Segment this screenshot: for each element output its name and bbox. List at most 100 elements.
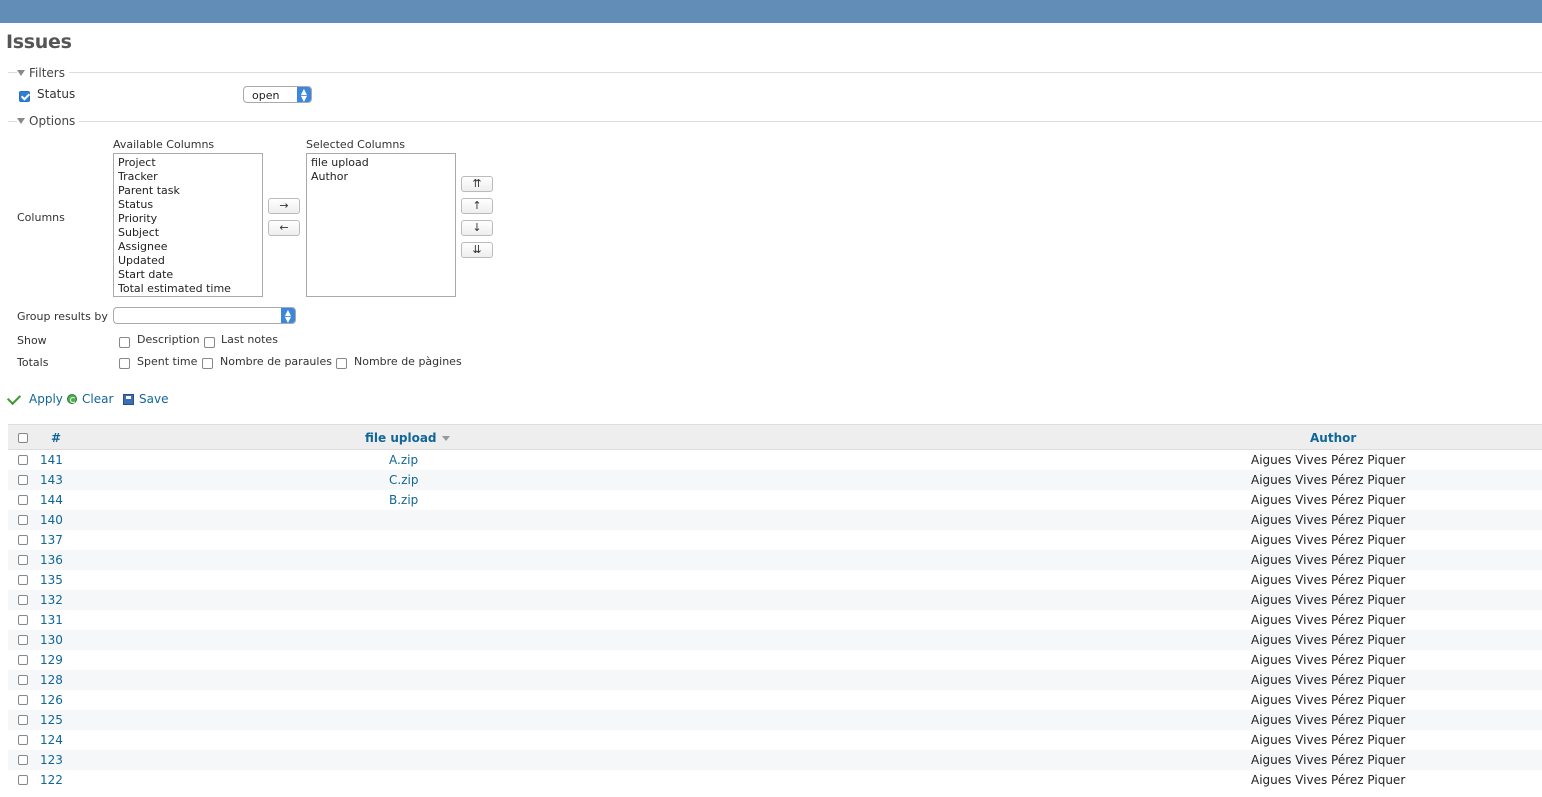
clear-link[interactable]: Clear	[67, 392, 113, 406]
issue-id-link[interactable]: 136	[40, 553, 63, 567]
checkmark-icon	[6, 390, 22, 405]
issue-id-link[interactable]: 143	[40, 473, 63, 487]
issue-id-link[interactable]: 132	[40, 593, 63, 607]
available-column-option[interactable]: Status	[118, 198, 262, 212]
issue-id-link[interactable]: 124	[40, 733, 63, 747]
reload-icon	[67, 394, 77, 404]
issue-id-link[interactable]: 128	[40, 673, 63, 687]
selected-columns-list[interactable]: file upload Author	[306, 153, 456, 297]
row-checkbox[interactable]	[18, 475, 28, 485]
options-toggle[interactable]: Options	[17, 114, 80, 128]
totals-words-checkbox[interactable]	[202, 358, 213, 369]
status-filter-checkbox[interactable]	[19, 91, 30, 102]
table-row[interactable]: 126 Aigues Vives Pérez Piquer	[8, 690, 1542, 710]
group-by-select[interactable]: ▲ ▼	[113, 307, 296, 324]
file-upload-link[interactable]: A.zip	[389, 453, 418, 467]
table-row[interactable]: 135 Aigues Vives Pérez Piquer	[8, 570, 1542, 590]
move-down-button[interactable]: ↓	[461, 220, 493, 236]
sort-descending-icon	[441, 436, 450, 441]
table-row[interactable]: 124 Aigues Vives Pérez Piquer	[8, 730, 1542, 750]
available-column-option[interactable]: Priority	[118, 212, 262, 226]
table-row[interactable]: 136 Aigues Vives Pérez Piquer	[8, 550, 1542, 570]
save-link[interactable]: Save	[123, 392, 168, 406]
issue-id-link[interactable]: 144	[40, 493, 63, 507]
apply-link[interactable]: Apply	[6, 390, 63, 406]
table-row[interactable]: 125 Aigues Vives Pérez Piquer	[8, 710, 1542, 730]
row-checkbox[interactable]	[18, 495, 28, 505]
select-arrows-icon: ▲ ▼	[297, 87, 311, 103]
row-checkbox[interactable]	[18, 615, 28, 625]
issue-id-link[interactable]: 130	[40, 633, 63, 647]
show-description-label: Description	[137, 333, 200, 346]
row-checkbox[interactable]	[18, 535, 28, 545]
table-row[interactable]: 123 Aigues Vives Pérez Piquer	[8, 750, 1542, 770]
issue-id-link[interactable]: 140	[40, 513, 63, 527]
status-operator-select[interactable]: open ▲ ▼	[243, 86, 312, 103]
move-top-button[interactable]: ⇈	[461, 176, 493, 192]
file-upload-link[interactable]: C.zip	[389, 473, 418, 487]
issue-id-link[interactable]: 135	[40, 573, 63, 587]
issue-id-link[interactable]: 131	[40, 613, 63, 627]
row-checkbox[interactable]	[18, 775, 28, 785]
table-row[interactable]: 141 A.zip Aigues Vives Pérez Piquer	[8, 450, 1542, 470]
row-checkbox[interactable]	[18, 695, 28, 705]
show-last-notes-checkbox[interactable]	[204, 337, 215, 348]
select-all-checkbox[interactable]	[18, 433, 28, 443]
table-row[interactable]: 137 Aigues Vives Pérez Piquer	[8, 530, 1542, 550]
selected-columns-title: Selected Columns	[306, 138, 406, 151]
row-checkbox[interactable]	[18, 515, 28, 525]
status-filter-label: Status	[37, 87, 76, 101]
add-column-button[interactable]: →	[268, 198, 300, 214]
column-header-author[interactable]: Author	[1310, 431, 1356, 445]
row-checkbox[interactable]	[18, 455, 28, 465]
available-columns-list[interactable]: Project Tracker Parent task Status Prior…	[113, 153, 263, 297]
issue-id-link[interactable]: 141	[40, 453, 63, 467]
totals-spent-time-checkbox[interactable]	[119, 358, 130, 369]
author-cell: Aigues Vives Pérez Piquer	[1251, 773, 1406, 787]
selected-column-option[interactable]: Author	[311, 170, 455, 184]
available-column-option[interactable]: Total estimated time	[118, 282, 262, 296]
issue-id-link[interactable]: 125	[40, 713, 63, 727]
available-column-option[interactable]: Project	[118, 156, 262, 170]
row-checkbox[interactable]	[18, 595, 28, 605]
row-checkbox[interactable]	[18, 715, 28, 725]
available-column-option[interactable]: Assignee	[118, 240, 262, 254]
totals-pages-checkbox[interactable]	[336, 358, 347, 369]
available-column-option[interactable]: Parent task	[118, 184, 262, 198]
column-header-file-upload[interactable]: file upload	[365, 431, 450, 445]
move-bottom-button[interactable]: ⇊	[461, 242, 493, 258]
issue-id-link[interactable]: 123	[40, 753, 63, 767]
move-up-button[interactable]: ↑	[461, 198, 493, 214]
row-checkbox[interactable]	[18, 655, 28, 665]
table-row[interactable]: 143 C.zip Aigues Vives Pérez Piquer	[8, 470, 1542, 490]
table-row[interactable]: 140 Aigues Vives Pérez Piquer	[8, 510, 1542, 530]
available-column-option[interactable]: Start date	[118, 268, 262, 282]
issue-id-link[interactable]: 129	[40, 653, 63, 667]
row-checkbox[interactable]	[18, 635, 28, 645]
file-upload-link[interactable]: B.zip	[389, 493, 418, 507]
filters-toggle[interactable]: Filters	[17, 66, 69, 80]
table-row[interactable]: 130 Aigues Vives Pérez Piquer	[8, 630, 1542, 650]
table-row[interactable]: 144 B.zip Aigues Vives Pérez Piquer	[8, 490, 1542, 510]
table-row[interactable]: 131 Aigues Vives Pérez Piquer	[8, 610, 1542, 630]
row-checkbox[interactable]	[18, 755, 28, 765]
column-header-id[interactable]: #	[51, 431, 61, 445]
issue-id-link[interactable]: 137	[40, 533, 63, 547]
remove-column-button[interactable]: ←	[268, 220, 300, 236]
issue-id-link[interactable]: 122	[40, 773, 63, 787]
available-column-option[interactable]: Subject	[118, 226, 262, 240]
available-column-option[interactable]: Updated	[118, 254, 262, 268]
issue-id-link[interactable]: 126	[40, 693, 63, 707]
author-cell: Aigues Vives Pérez Piquer	[1251, 653, 1406, 667]
table-row[interactable]: 122 Aigues Vives Pérez Piquer	[8, 770, 1542, 790]
table-row[interactable]: 132 Aigues Vives Pérez Piquer	[8, 590, 1542, 610]
row-checkbox[interactable]	[18, 675, 28, 685]
show-description-checkbox[interactable]	[119, 337, 130, 348]
table-row[interactable]: 128 Aigues Vives Pérez Piquer	[8, 670, 1542, 690]
table-row[interactable]: 129 Aigues Vives Pérez Piquer	[8, 650, 1542, 670]
selected-column-option[interactable]: file upload	[311, 156, 455, 170]
available-column-option[interactable]: Tracker	[118, 170, 262, 184]
row-checkbox[interactable]	[18, 735, 28, 745]
row-checkbox[interactable]	[18, 555, 28, 565]
row-checkbox[interactable]	[18, 575, 28, 585]
